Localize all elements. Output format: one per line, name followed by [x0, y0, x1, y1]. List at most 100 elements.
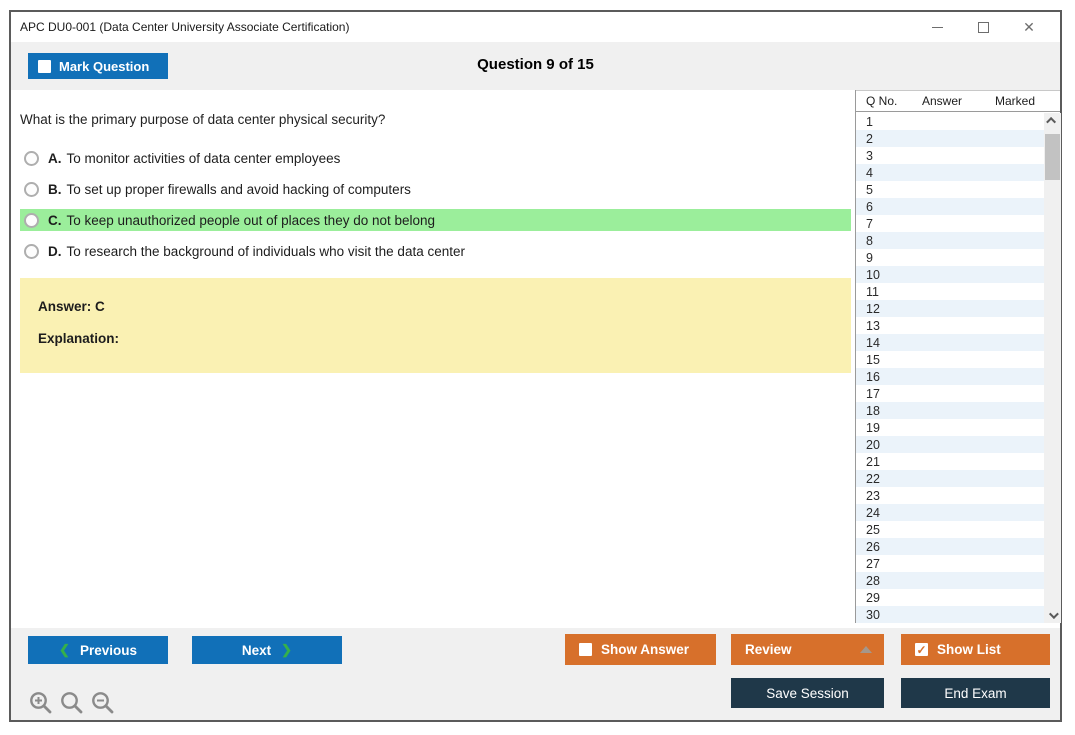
question-list-row[interactable]: 21 — [856, 453, 1044, 470]
minimize-icon — [931, 26, 943, 28]
question-list-row[interactable]: 8 — [856, 232, 1044, 249]
window-controls: ✕ — [914, 12, 1052, 42]
cell-qno: 17 — [866, 386, 880, 401]
question-text: What is the primary purpose of data cent… — [20, 112, 386, 127]
option-letter: D. — [48, 243, 62, 259]
question-list-row[interactable]: 30 — [856, 606, 1044, 623]
question-list-row[interactable]: 28 — [856, 572, 1044, 589]
question-list-row[interactable]: 24 — [856, 504, 1044, 521]
option-text: To keep unauthorized people out of place… — [66, 212, 436, 228]
question-list-row[interactable]: 11 — [856, 283, 1044, 300]
question-list-row[interactable]: 7 — [856, 215, 1044, 232]
header-bar: Mark Question Question 9 of 15 — [11, 42, 1060, 90]
answer-panel: Answer: C Explanation: — [20, 278, 851, 373]
zoom-toolbar — [28, 690, 116, 716]
cell-qno: 19 — [866, 420, 880, 435]
review-label: Review — [745, 642, 792, 657]
answer-options: A. To monitor activities of data center e… — [20, 138, 851, 262]
end-exam-button[interactable]: End Exam — [901, 678, 1050, 708]
cell-qno: 9 — [866, 250, 873, 265]
cell-qno: 27 — [866, 556, 880, 571]
next-label: Next — [241, 642, 272, 658]
cell-qno: 22 — [866, 471, 880, 486]
radio-icon[interactable] — [24, 243, 39, 259]
question-list-row[interactable]: 22 — [856, 470, 1044, 487]
radio-icon[interactable] — [24, 212, 39, 228]
question-list-row[interactable]: 19 — [856, 419, 1044, 436]
chevron-up-icon — [1046, 116, 1057, 127]
question-list-row[interactable]: 9 — [856, 249, 1044, 266]
question-list-row[interactable]: 1 — [856, 113, 1044, 130]
question-list-row[interactable]: 13 — [856, 317, 1044, 334]
save-session-button[interactable]: Save Session — [731, 678, 884, 708]
question-list-panel: Q No. Answer Marked 1 2 3 4 5 6 7 8 9 10 11 12 13 14 1… — [855, 90, 1061, 623]
answer-option-d[interactable]: D. To research the background of individu… — [20, 240, 851, 262]
explanation-label: Explanation: — [38, 331, 120, 346]
answer-option-c[interactable]: C. To keep unauthorized people out of pla… — [20, 209, 851, 231]
chevron-right-icon: ❯ — [281, 642, 293, 657]
maximize-button[interactable] — [960, 12, 1006, 42]
titlebar: APC DU0-001 (Data Center University Asso… — [11, 12, 1060, 42]
question-counter: Question 9 of 15 — [477, 56, 594, 73]
question-list-row[interactable]: 15 — [856, 351, 1044, 368]
zoom-out-icon[interactable] — [90, 690, 116, 716]
question-list-row[interactable]: 29 — [856, 589, 1044, 606]
radio-icon[interactable] — [24, 150, 39, 166]
question-list-row[interactable]: 10 — [856, 266, 1044, 283]
question-list-scrollbar[interactable] — [1044, 113, 1061, 623]
question-list-row[interactable]: 16 — [856, 368, 1044, 385]
column-header-answer: Answer — [922, 94, 963, 108]
cell-qno: 30 — [866, 607, 880, 622]
cell-qno: 13 — [866, 318, 880, 333]
zoom-in-icon[interactable] — [28, 690, 54, 716]
minimize-button[interactable] — [914, 12, 960, 42]
cell-qno: 15 — [866, 352, 880, 367]
cell-qno: 18 — [866, 403, 880, 418]
question-list-row[interactable]: 3 — [856, 147, 1044, 164]
zoom-reset-icon[interactable] — [59, 690, 85, 716]
question-list-row[interactable]: 5 — [856, 181, 1044, 198]
question-list-row[interactable]: 2 — [856, 130, 1044, 147]
question-list-row[interactable]: 17 — [856, 385, 1044, 402]
show-answer-checkbox[interactable] — [579, 643, 592, 656]
next-button[interactable]: Next ❯ — [192, 636, 342, 664]
show-answer-button[interactable]: Show Answer — [565, 634, 716, 665]
close-button[interactable]: ✕ — [1006, 12, 1052, 42]
scrollbar-up-arrow[interactable] — [1044, 113, 1061, 128]
answer-option-b[interactable]: B. To set up proper firewalls and avoid h… — [20, 178, 851, 200]
question-list-row[interactable]: 27 — [856, 555, 1044, 572]
question-list-row[interactable]: 12 — [856, 300, 1044, 317]
option-letter: A. — [48, 150, 62, 166]
close-icon: ✕ — [1023, 19, 1035, 35]
question-list-row[interactable]: 6 — [856, 198, 1044, 215]
question-list-row[interactable]: 20 — [856, 436, 1044, 453]
window-title: APC DU0-001 (Data Center University Asso… — [20, 20, 350, 34]
cell-qno: 24 — [866, 505, 880, 520]
review-dropdown-button[interactable]: Review — [731, 634, 884, 665]
cell-qno: 21 — [866, 454, 880, 469]
scrollbar-thumb[interactable] — [1045, 134, 1060, 180]
option-text: To set up proper firewalls and avoid hac… — [66, 181, 411, 197]
show-list-checkbox[interactable]: ✓ — [915, 643, 928, 656]
question-list: 1 2 3 4 5 6 7 8 9 10 11 12 13 14 15 16 17 18 19 20 21 22 23 24 2… — [856, 113, 1044, 623]
show-list-label: Show List — [937, 642, 1001, 657]
cell-qno: 10 — [866, 267, 880, 282]
show-list-button[interactable]: ✓ Show List — [901, 634, 1050, 665]
question-list-row[interactable]: 4 — [856, 164, 1044, 181]
question-list-row[interactable]: 25 — [856, 521, 1044, 538]
question-list-row[interactable]: 26 — [856, 538, 1044, 555]
question-list-row[interactable]: 23 — [856, 487, 1044, 504]
previous-label: Previous — [79, 642, 137, 658]
cell-qno: 5 — [866, 182, 873, 197]
previous-button[interactable]: ❮ Previous — [28, 636, 168, 664]
answer-option-a[interactable]: A. To monitor activities of data center e… — [20, 147, 851, 169]
cell-qno: 8 — [866, 233, 873, 248]
question-list-row[interactable]: 18 — [856, 402, 1044, 419]
column-header-qno: Q No. — [866, 94, 898, 108]
cell-qno: 25 — [866, 522, 880, 537]
scrollbar-down-arrow[interactable] — [1044, 608, 1061, 623]
radio-icon[interactable] — [24, 181, 39, 197]
question-list-row[interactable]: 14 — [856, 334, 1044, 351]
cell-qno: 12 — [866, 301, 880, 316]
triangle-up-icon — [860, 646, 872, 653]
